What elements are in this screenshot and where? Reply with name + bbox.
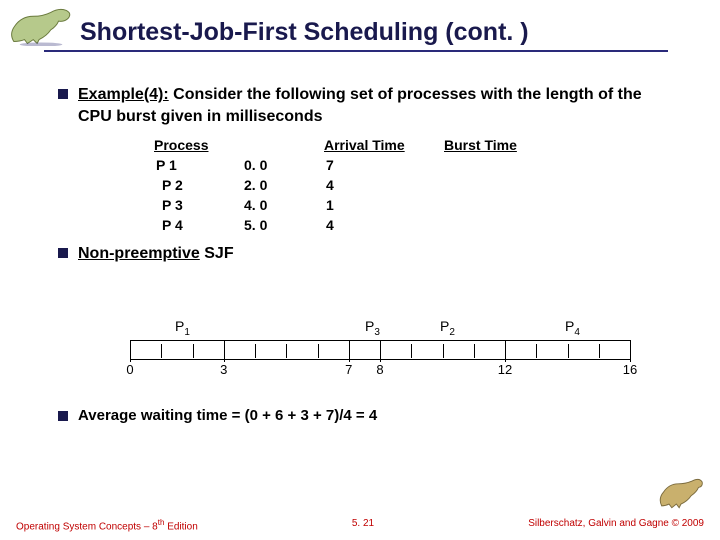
cell-burst: 7 bbox=[324, 157, 444, 173]
gantt-tick-minor bbox=[536, 344, 537, 358]
gantt-tick-minor bbox=[255, 344, 256, 358]
cell-arrival: 4. 0 bbox=[244, 197, 324, 213]
nonpreemptive-rest: SJF bbox=[200, 245, 234, 262]
gantt-time-number: 0 bbox=[126, 362, 133, 377]
cell-arrival: 2. 0 bbox=[244, 177, 324, 193]
process-table: Process Arrival Time Burst Time P 1 0. 0… bbox=[154, 137, 668, 233]
col-arrival: Arrival Time bbox=[324, 137, 444, 153]
gantt-tick-minor bbox=[474, 344, 475, 358]
nonpreemptive-label: Non-preemptive bbox=[78, 245, 200, 262]
gantt-tick-major bbox=[130, 340, 131, 362]
footer-left: Operating System Concepts – 8th Edition bbox=[16, 518, 198, 532]
footer-page-number: 5. 21 bbox=[352, 518, 374, 532]
gantt-process-label: P1 bbox=[175, 318, 190, 338]
gantt-chart: P1P3P2P4 03781216 bbox=[130, 318, 630, 382]
footer-right: Silberschatz, Galvin and Gagne © 2009 bbox=[528, 518, 704, 532]
gantt-time-number: 12 bbox=[498, 362, 512, 377]
gantt-tick-minor bbox=[443, 344, 444, 358]
gantt-tick-minor bbox=[411, 344, 412, 358]
table-row: P 4 5. 0 4 bbox=[154, 217, 668, 233]
cell-process: P 2 bbox=[154, 177, 244, 193]
bullet-marker bbox=[58, 248, 68, 258]
table-row: P 1 0. 0 7 bbox=[154, 157, 668, 173]
bullet-nonpreemptive: Non-preemptive SJF bbox=[58, 243, 668, 265]
col-burst: Burst Time bbox=[444, 137, 554, 153]
table-row: P 2 2. 0 4 bbox=[154, 177, 668, 193]
cell-process: P 4 bbox=[154, 217, 244, 233]
cell-burst: 4 bbox=[324, 217, 444, 233]
gantt-tick-major bbox=[349, 340, 350, 362]
slide-footer: Operating System Concepts – 8th Edition … bbox=[0, 518, 720, 532]
cell-arrival: 5. 0 bbox=[244, 217, 324, 233]
cell-burst: 1 bbox=[324, 197, 444, 213]
gantt-tick-major bbox=[630, 340, 631, 362]
avg-wait-text: Average waiting time = (0 + 6 + 3 + 7)/4… bbox=[78, 406, 668, 426]
bullet-example: Example(4): Consider the following set o… bbox=[58, 84, 668, 127]
example-label: Example(4): bbox=[78, 86, 169, 103]
dinosaur-header-icon bbox=[8, 6, 76, 46]
cell-arrival: 0. 0 bbox=[244, 157, 324, 173]
table-row: P 3 4. 0 1 bbox=[154, 197, 668, 213]
gantt-tick-major bbox=[505, 340, 506, 362]
cell-process: P 1 bbox=[154, 157, 244, 173]
col-process: Process bbox=[154, 137, 244, 153]
bullet-avg-wait: Average waiting time = (0 + 6 + 3 + 7)/4… bbox=[58, 406, 668, 426]
dinosaur-footer-icon bbox=[658, 476, 704, 510]
gantt-tick-major bbox=[224, 340, 225, 362]
gantt-time-number: 7 bbox=[345, 362, 352, 377]
gantt-tick-minor bbox=[568, 344, 569, 358]
bullet-marker bbox=[58, 411, 68, 421]
gantt-tick-major bbox=[380, 340, 381, 362]
gantt-tick-minor bbox=[193, 344, 194, 358]
gantt-process-label: P4 bbox=[565, 318, 580, 338]
gantt-time-number: 8 bbox=[376, 362, 383, 377]
gantt-tick-minor bbox=[599, 344, 600, 358]
bullet-marker bbox=[58, 89, 68, 99]
title-underline bbox=[44, 50, 668, 52]
slide-title: Shortest-Job-First Scheduling (cont. ) bbox=[80, 18, 529, 47]
cell-process: P 3 bbox=[154, 197, 244, 213]
gantt-tick-minor bbox=[286, 344, 287, 358]
gantt-tick-minor bbox=[161, 344, 162, 358]
gantt-time-number: 3 bbox=[220, 362, 227, 377]
gantt-process-label: P3 bbox=[365, 318, 380, 338]
cell-burst: 4 bbox=[324, 177, 444, 193]
gantt-time-number: 16 bbox=[623, 362, 637, 377]
gantt-tick-minor bbox=[318, 344, 319, 358]
gantt-process-label: P2 bbox=[440, 318, 455, 338]
